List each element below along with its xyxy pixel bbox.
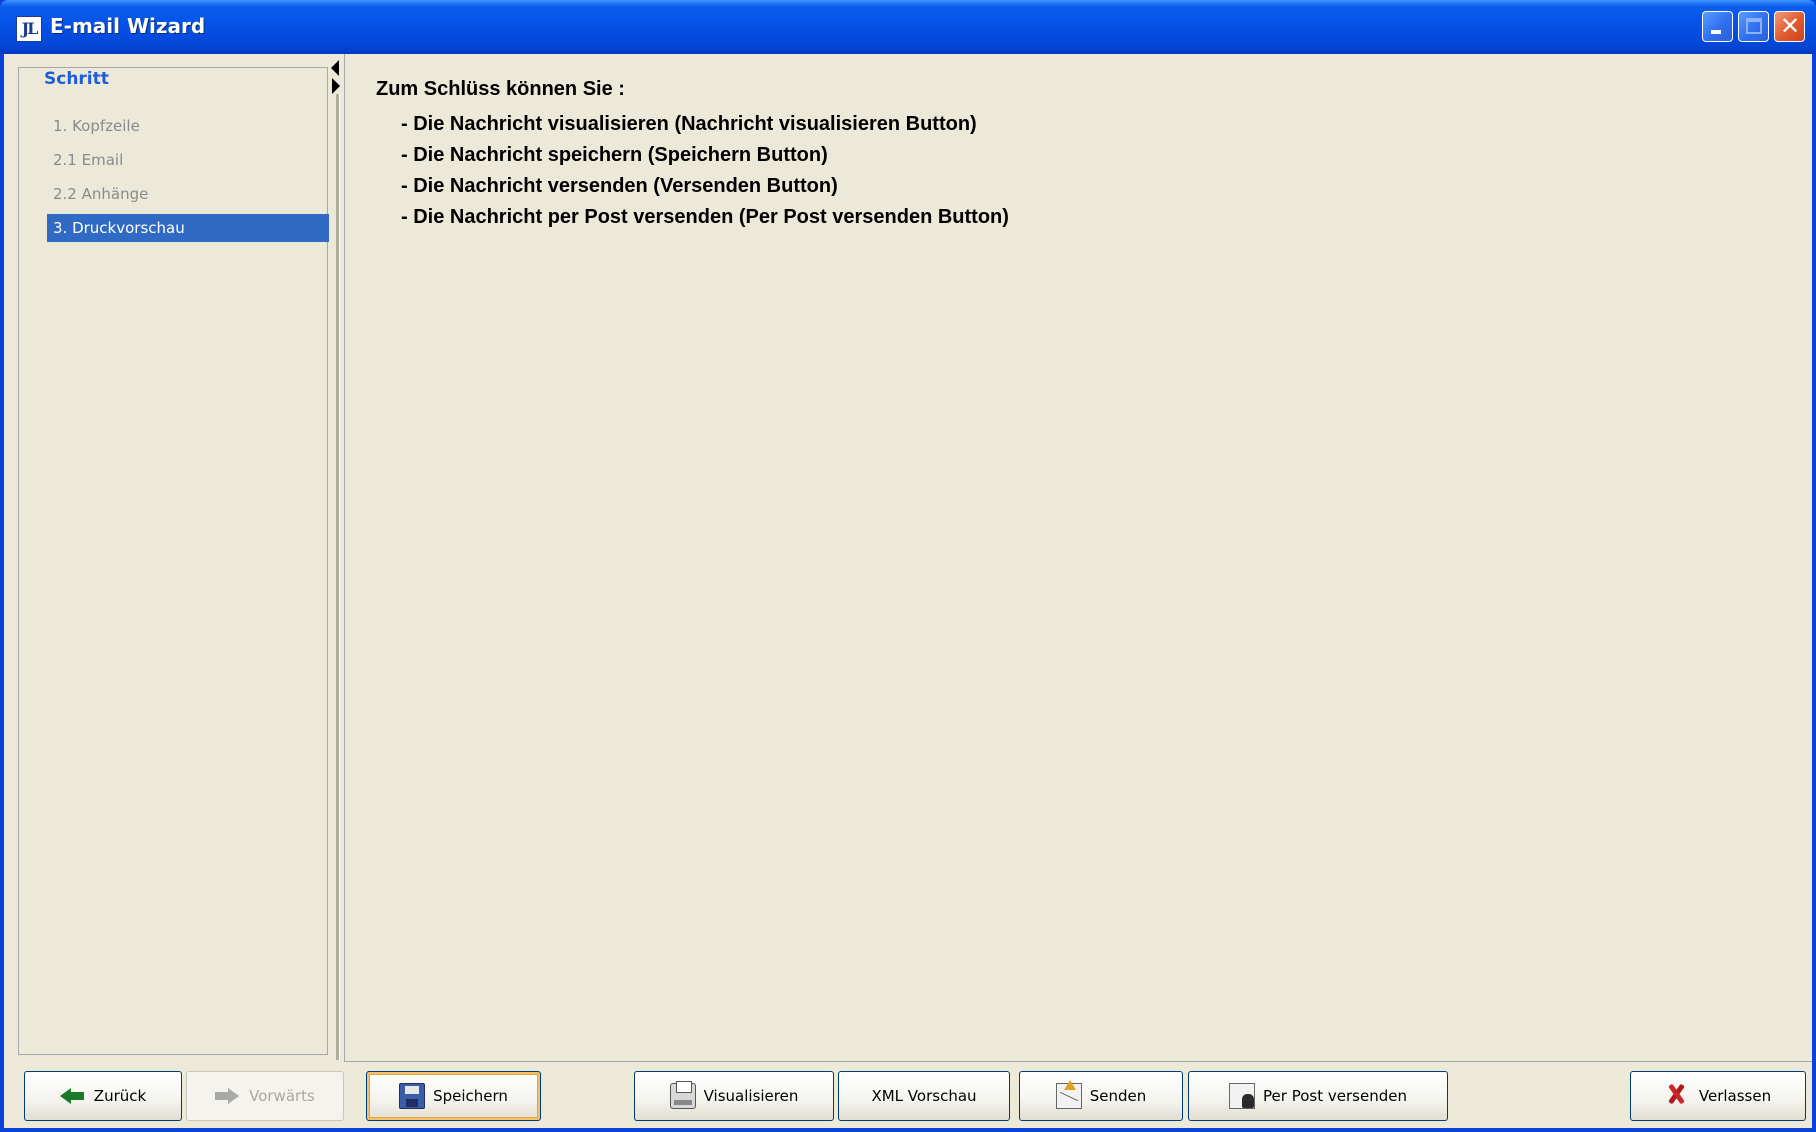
minimize-icon: [1711, 30, 1721, 34]
content-intro: Zum Schlüss können Sie :: [376, 78, 625, 100]
instruction-item: - Die Nachricht visualisieren (Nachricht…: [401, 113, 977, 135]
close-button[interactable]: ✕: [1774, 11, 1805, 42]
arrow-left-icon: [59, 1083, 86, 1109]
envelope-send-icon: [1055, 1080, 1082, 1109]
arrow-right-icon: [215, 1083, 241, 1109]
step-list: 1. Kopfzeile 2.1 Email 2.2 Anhänge 3. Dr…: [47, 112, 329, 247]
step-item-email[interactable]: 2.1 Email: [47, 146, 329, 175]
envelope-post-icon: [1229, 1083, 1256, 1109]
send-button-label: Senden: [1089, 1087, 1147, 1105]
instruction-item: - Die Nachricht per Post versenden (Per …: [401, 206, 1009, 228]
exit-button-label: Verlassen: [1698, 1087, 1772, 1105]
instruction-item: - Die Nachricht versenden (Versenden But…: [401, 175, 838, 197]
title-bar[interactable]: JL E-mail Wizard ✕: [0, 0, 1816, 54]
collapse-left-icon[interactable]: [331, 60, 339, 76]
window-title: E-mail Wizard: [50, 14, 206, 38]
floppy-disk-icon: [399, 1083, 426, 1109]
panel-splitter[interactable]: [330, 54, 340, 1062]
printer-icon: [669, 1081, 696, 1109]
back-button[interactable]: Zurück: [24, 1071, 182, 1121]
instruction-list: - Die Nachricht visualisieren (Nachricht…: [401, 109, 1009, 233]
content-panel: Zum Schlüss können Sie : - Die Nachricht…: [344, 54, 1812, 1062]
back-button-label: Zurück: [93, 1087, 147, 1105]
step-panel: Schritt 1. Kopfzeile 2.1 Email 2.2 Anhän…: [18, 67, 329, 1055]
save-button[interactable]: Speichern: [366, 1071, 541, 1121]
splitter-divider[interactable]: [336, 94, 340, 1060]
email-wizard-window: JL E-mail Wizard ✕ Schritt 1. Kopfzeile …: [0, 0, 1816, 1132]
send-button[interactable]: Senden: [1019, 1071, 1183, 1121]
maximize-button[interactable]: [1738, 11, 1769, 42]
close-x-icon: [1665, 1083, 1691, 1109]
post-send-button-label: Per Post versenden: [1263, 1087, 1407, 1105]
close-icon: ✕: [1779, 12, 1801, 40]
window-client-area: Schritt 1. Kopfzeile 2.1 Email 2.2 Anhän…: [4, 54, 1812, 1128]
expand-right-icon[interactable]: [332, 78, 340, 94]
exit-button[interactable]: Verlassen: [1630, 1071, 1806, 1121]
xml-preview-button[interactable]: XML Vorschau: [838, 1071, 1010, 1121]
save-button-label: Speichern: [433, 1087, 508, 1105]
maximize-icon: [1746, 18, 1762, 34]
forward-button-label: Vorwärts: [249, 1087, 315, 1105]
visualize-button-label: Visualisieren: [703, 1087, 799, 1105]
minimize-button[interactable]: [1702, 11, 1733, 42]
step-item-anhaenge[interactable]: 2.2 Anhänge: [47, 180, 329, 209]
step-item-kopfzeile[interactable]: 1. Kopfzeile: [47, 112, 329, 141]
step-panel-legend: Schritt: [41, 69, 112, 89]
xml-preview-button-label: XML Vorschau: [871, 1087, 977, 1105]
instruction-item: - Die Nachricht speichern (Speichern But…: [401, 144, 828, 166]
app-icon: JL: [16, 16, 42, 42]
step-item-druckvorschau[interactable]: 3. Druckvorschau: [47, 214, 329, 242]
post-send-button[interactable]: Per Post versenden: [1188, 1071, 1448, 1121]
forward-button[interactable]: Vorwärts: [186, 1071, 344, 1121]
visualize-button[interactable]: Visualisieren: [634, 1071, 834, 1121]
